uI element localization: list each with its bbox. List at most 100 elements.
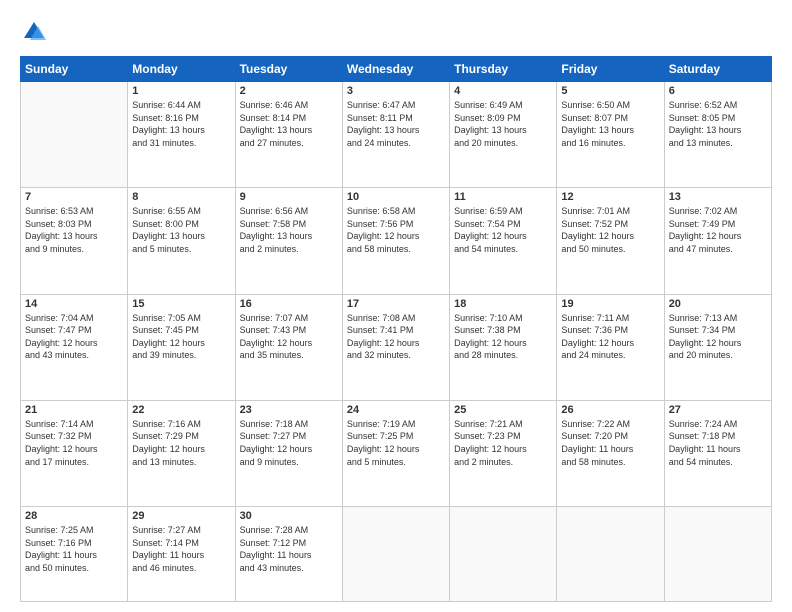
day-cell: 3 Sunrise: 6:47 AM Sunset: 8:11 PM Daylig… bbox=[342, 82, 449, 188]
day-number: 17 bbox=[347, 298, 445, 310]
day-info: Sunrise: 6:55 AM Sunset: 8:00 PM Dayligh… bbox=[132, 205, 230, 255]
logo-icon bbox=[20, 18, 48, 46]
day-info: Sunrise: 7:10 AM Sunset: 7:38 PM Dayligh… bbox=[454, 312, 552, 362]
day-number: 19 bbox=[561, 298, 659, 310]
col-header-friday: Friday bbox=[557, 57, 664, 82]
day-cell: 12 Sunrise: 7:01 AM Sunset: 7:52 PM Dayli… bbox=[557, 188, 664, 294]
day-cell bbox=[21, 82, 128, 188]
day-cell bbox=[450, 507, 557, 602]
day-cell: 2 Sunrise: 6:46 AM Sunset: 8:14 PM Daylig… bbox=[235, 82, 342, 188]
day-info: Sunrise: 7:28 AM Sunset: 7:12 PM Dayligh… bbox=[240, 524, 338, 574]
day-info: Sunrise: 7:11 AM Sunset: 7:36 PM Dayligh… bbox=[561, 312, 659, 362]
day-number: 13 bbox=[669, 191, 767, 203]
day-number: 11 bbox=[454, 191, 552, 203]
day-info: Sunrise: 7:05 AM Sunset: 7:45 PM Dayligh… bbox=[132, 312, 230, 362]
day-cell: 19 Sunrise: 7:11 AM Sunset: 7:36 PM Dayli… bbox=[557, 294, 664, 400]
week-row-1: 7Sunrise: 6:53 AM Sunset: 8:03 PM Daylig… bbox=[21, 188, 772, 294]
day-info: Sunrise: 7:16 AM Sunset: 7:29 PM Dayligh… bbox=[132, 418, 230, 468]
day-info: Sunrise: 6:59 AM Sunset: 7:54 PM Dayligh… bbox=[454, 205, 552, 255]
col-header-saturday: Saturday bbox=[664, 57, 771, 82]
day-number: 30 bbox=[240, 510, 338, 522]
day-cell: 10 Sunrise: 6:58 AM Sunset: 7:56 PM Dayli… bbox=[342, 188, 449, 294]
day-cell: 8 Sunrise: 6:55 AM Sunset: 8:00 PM Daylig… bbox=[128, 188, 235, 294]
calendar-table: SundayMondayTuesdayWednesdayThursdayFrid… bbox=[20, 56, 772, 602]
day-cell: 13 Sunrise: 7:02 AM Sunset: 7:49 PM Dayli… bbox=[664, 188, 771, 294]
col-header-thursday: Thursday bbox=[450, 57, 557, 82]
day-number: 2 bbox=[240, 85, 338, 97]
day-cell: 18 Sunrise: 7:10 AM Sunset: 7:38 PM Dayli… bbox=[450, 294, 557, 400]
day-info: Sunrise: 7:19 AM Sunset: 7:25 PM Dayligh… bbox=[347, 418, 445, 468]
day-cell: 15Sunrise: 7:05 AM Sunset: 7:45 PM Dayli… bbox=[128, 294, 235, 400]
day-info: Sunrise: 7:18 AM Sunset: 7:27 PM Dayligh… bbox=[240, 418, 338, 468]
day-info: Sunrise: 6:53 AM Sunset: 8:03 PM Dayligh… bbox=[25, 205, 123, 255]
day-info: Sunrise: 7:13 AM Sunset: 7:34 PM Dayligh… bbox=[669, 312, 767, 362]
day-cell: 7Sunrise: 6:53 AM Sunset: 8:03 PM Daylig… bbox=[21, 188, 128, 294]
day-info: Sunrise: 6:56 AM Sunset: 7:58 PM Dayligh… bbox=[240, 205, 338, 255]
day-info: Sunrise: 7:24 AM Sunset: 7:18 PM Dayligh… bbox=[669, 418, 767, 468]
day-number: 22 bbox=[132, 404, 230, 416]
day-number: 3 bbox=[347, 85, 445, 97]
day-number: 1 bbox=[132, 85, 230, 97]
day-number: 6 bbox=[669, 85, 767, 97]
day-info: Sunrise: 6:52 AM Sunset: 8:05 PM Dayligh… bbox=[669, 99, 767, 149]
day-info: Sunrise: 7:22 AM Sunset: 7:20 PM Dayligh… bbox=[561, 418, 659, 468]
day-number: 4 bbox=[454, 85, 552, 97]
day-cell: 14Sunrise: 7:04 AM Sunset: 7:47 PM Dayli… bbox=[21, 294, 128, 400]
day-info: Sunrise: 7:14 AM Sunset: 7:32 PM Dayligh… bbox=[25, 418, 123, 468]
day-cell: 9 Sunrise: 6:56 AM Sunset: 7:58 PM Daylig… bbox=[235, 188, 342, 294]
day-info: Sunrise: 7:25 AM Sunset: 7:16 PM Dayligh… bbox=[25, 524, 123, 574]
day-cell bbox=[342, 507, 449, 602]
col-header-tuesday: Tuesday bbox=[235, 57, 342, 82]
day-number: 9 bbox=[240, 191, 338, 203]
col-header-monday: Monday bbox=[128, 57, 235, 82]
day-cell: 30 Sunrise: 7:28 AM Sunset: 7:12 PM Dayli… bbox=[235, 507, 342, 602]
day-number: 28 bbox=[25, 510, 123, 522]
day-cell: 22 Sunrise: 7:16 AM Sunset: 7:29 PM Dayli… bbox=[128, 400, 235, 506]
day-number: 27 bbox=[669, 404, 767, 416]
day-number: 25 bbox=[454, 404, 552, 416]
day-info: Sunrise: 7:21 AM Sunset: 7:23 PM Dayligh… bbox=[454, 418, 552, 468]
day-info: Sunrise: 7:02 AM Sunset: 7:49 PM Dayligh… bbox=[669, 205, 767, 255]
day-info: Sunrise: 7:08 AM Sunset: 7:41 PM Dayligh… bbox=[347, 312, 445, 362]
day-info: Sunrise: 6:58 AM Sunset: 7:56 PM Dayligh… bbox=[347, 205, 445, 255]
week-row-3: 21 Sunrise: 7:14 AM Sunset: 7:32 PM Dayli… bbox=[21, 400, 772, 506]
day-number: 12 bbox=[561, 191, 659, 203]
day-number: 10 bbox=[347, 191, 445, 203]
day-info: Sunrise: 6:49 AM Sunset: 8:09 PM Dayligh… bbox=[454, 99, 552, 149]
day-info: Sunrise: 6:44 AM Sunset: 8:16 PM Dayligh… bbox=[132, 99, 230, 149]
page: SundayMondayTuesdayWednesdayThursdayFrid… bbox=[0, 0, 792, 612]
day-cell: 24 Sunrise: 7:19 AM Sunset: 7:25 PM Dayli… bbox=[342, 400, 449, 506]
day-cell: 26 Sunrise: 7:22 AM Sunset: 7:20 PM Dayli… bbox=[557, 400, 664, 506]
day-cell: 16Sunrise: 7:07 AM Sunset: 7:43 PM Dayli… bbox=[235, 294, 342, 400]
day-cell: 17 Sunrise: 7:08 AM Sunset: 7:41 PM Dayli… bbox=[342, 294, 449, 400]
day-cell: 6 Sunrise: 6:52 AM Sunset: 8:05 PM Daylig… bbox=[664, 82, 771, 188]
day-cell bbox=[664, 507, 771, 602]
day-info: Sunrise: 6:50 AM Sunset: 8:07 PM Dayligh… bbox=[561, 99, 659, 149]
day-cell: 25 Sunrise: 7:21 AM Sunset: 7:23 PM Dayli… bbox=[450, 400, 557, 506]
day-cell: 1 Sunrise: 6:44 AM Sunset: 8:16 PM Daylig… bbox=[128, 82, 235, 188]
day-number: 16 bbox=[240, 298, 338, 310]
day-cell: 28 Sunrise: 7:25 AM Sunset: 7:16 PM Dayli… bbox=[21, 507, 128, 602]
day-number: 5 bbox=[561, 85, 659, 97]
day-cell: 27 Sunrise: 7:24 AM Sunset: 7:18 PM Dayli… bbox=[664, 400, 771, 506]
day-number: 18 bbox=[454, 298, 552, 310]
day-info: Sunrise: 7:04 AM Sunset: 7:47 PM Dayligh… bbox=[25, 312, 123, 362]
col-header-sunday: Sunday bbox=[21, 57, 128, 82]
day-info: Sunrise: 7:01 AM Sunset: 7:52 PM Dayligh… bbox=[561, 205, 659, 255]
day-info: Sunrise: 6:47 AM Sunset: 8:11 PM Dayligh… bbox=[347, 99, 445, 149]
day-number: 29 bbox=[132, 510, 230, 522]
day-number: 20 bbox=[669, 298, 767, 310]
day-number: 8 bbox=[132, 191, 230, 203]
day-info: Sunrise: 7:27 AM Sunset: 7:14 PM Dayligh… bbox=[132, 524, 230, 574]
week-row-4: 28 Sunrise: 7:25 AM Sunset: 7:16 PM Dayli… bbox=[21, 507, 772, 602]
day-number: 24 bbox=[347, 404, 445, 416]
header bbox=[20, 18, 772, 46]
day-info: Sunrise: 6:46 AM Sunset: 8:14 PM Dayligh… bbox=[240, 99, 338, 149]
day-cell: 11 Sunrise: 6:59 AM Sunset: 7:54 PM Dayli… bbox=[450, 188, 557, 294]
day-number: 21 bbox=[25, 404, 123, 416]
day-cell bbox=[557, 507, 664, 602]
day-cell: 4 Sunrise: 6:49 AM Sunset: 8:09 PM Daylig… bbox=[450, 82, 557, 188]
week-row-2: 14Sunrise: 7:04 AM Sunset: 7:47 PM Dayli… bbox=[21, 294, 772, 400]
day-number: 26 bbox=[561, 404, 659, 416]
day-cell: 5 Sunrise: 6:50 AM Sunset: 8:07 PM Daylig… bbox=[557, 82, 664, 188]
